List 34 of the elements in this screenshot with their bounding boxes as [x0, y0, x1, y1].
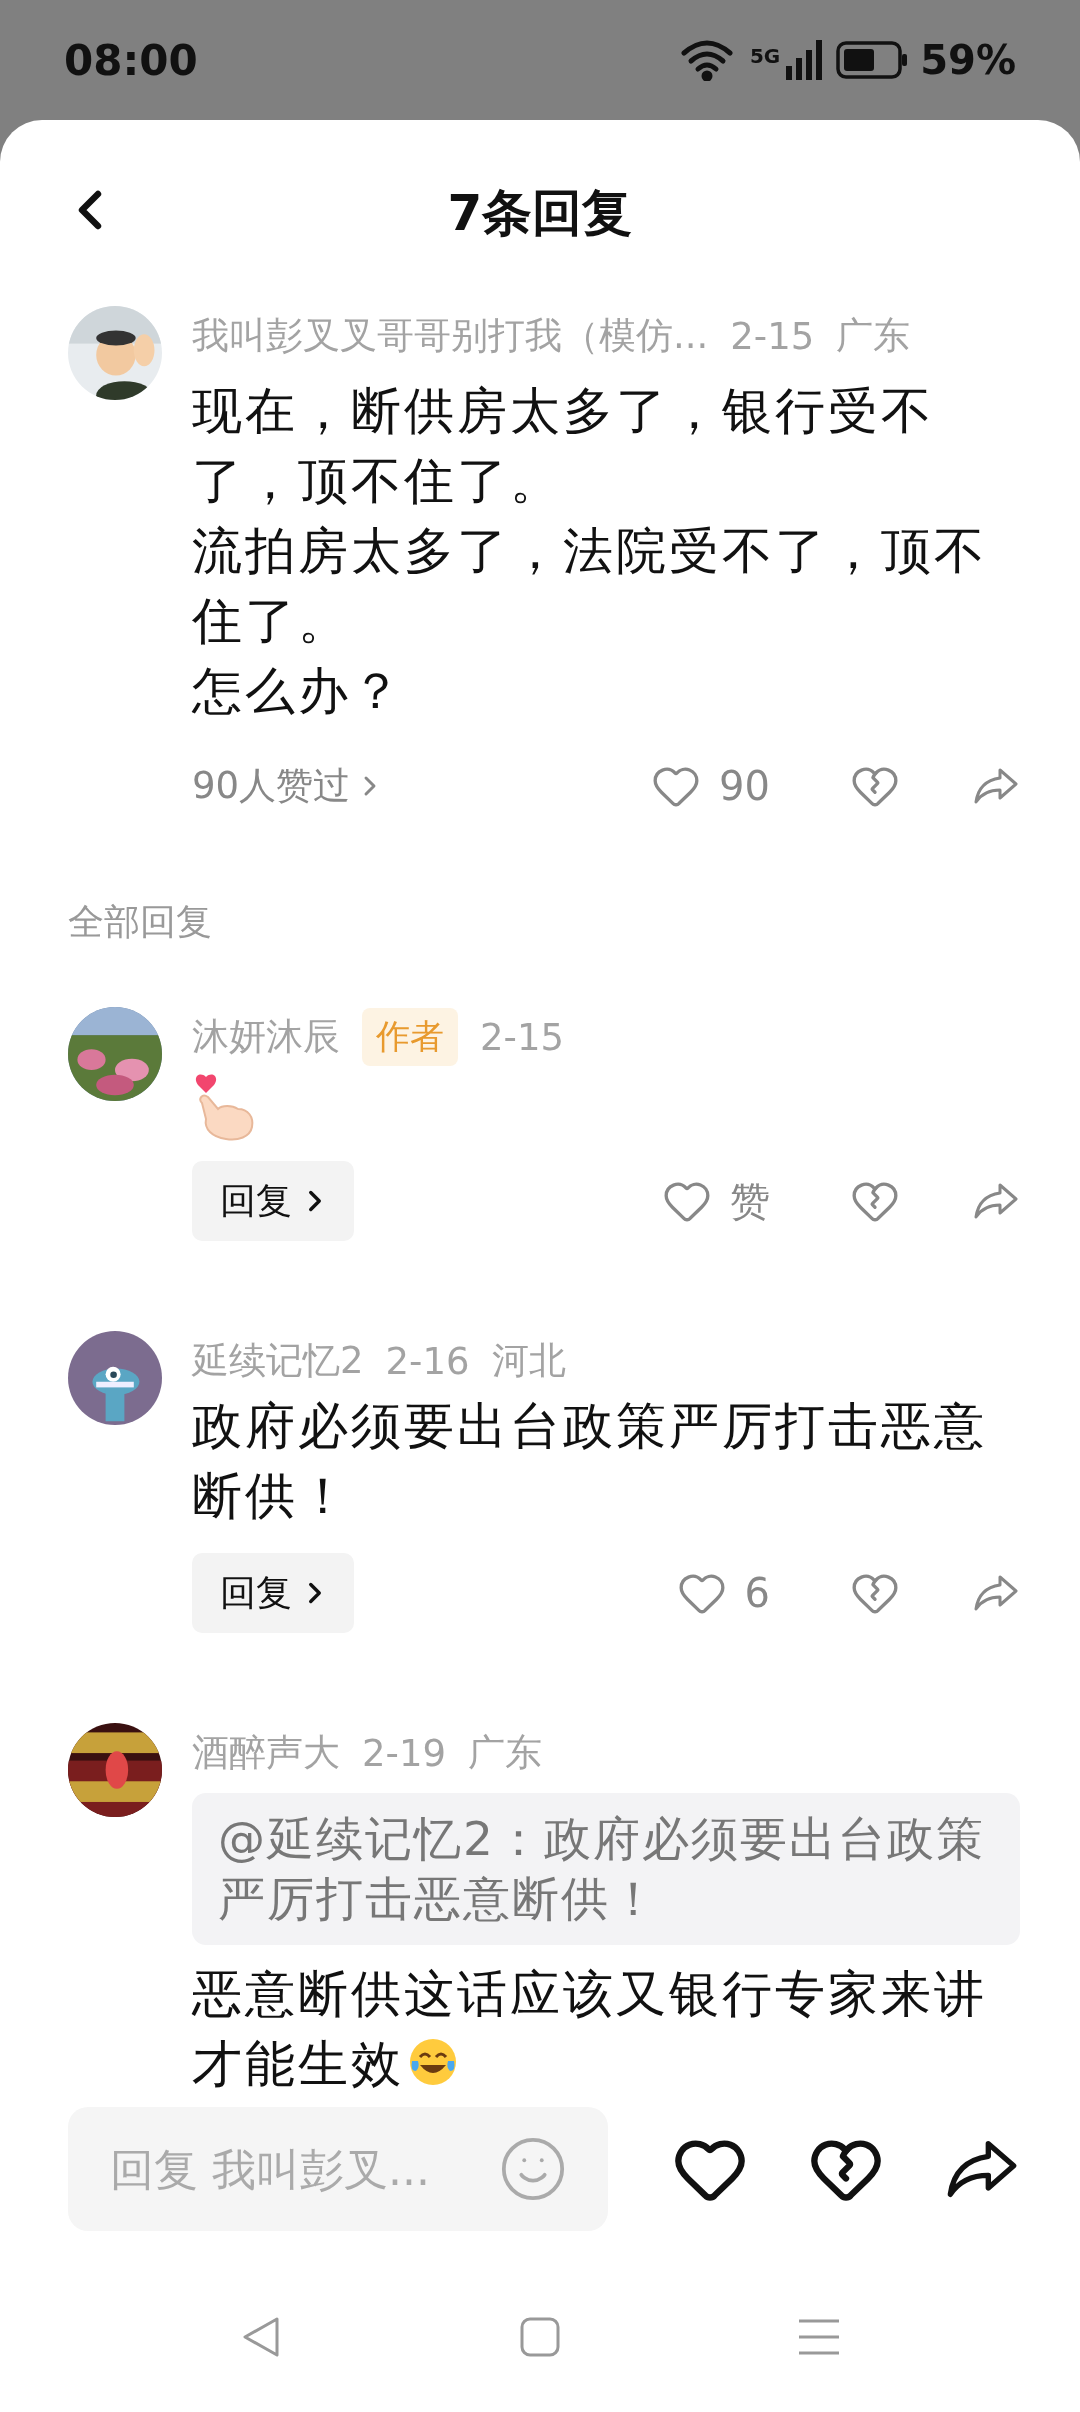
like-button[interactable]: 90 — [651, 761, 770, 811]
comment-text: 恶意断供这话应该又银行专家来讲才能生效 — [192, 1964, 988, 2092]
reply-button[interactable]: 回复 — [192, 1553, 354, 1633]
like-button[interactable]: 赞 — [662, 1173, 770, 1229]
home-nav-button[interactable] — [518, 2315, 562, 2359]
page-title: 7条回复 — [447, 182, 633, 244]
comment-text: 流拍房太多了，法院受不了，顶不住了。 — [192, 521, 988, 652]
quoted-comment: @延续记忆2：政府必须要出台政策严厉打击恶意断供！ — [192, 1793, 1020, 1945]
comment-date: 2-19 — [362, 1731, 446, 1775]
reply-input-field[interactable]: 回复 我叫彭叉... — [108, 2142, 498, 2196]
comment-region: 河北 — [491, 1338, 566, 1384]
reply-field[interactable]: 回复 我叫彭叉... — [68, 2107, 608, 2231]
author-name[interactable]: 延续记忆2 — [192, 1336, 364, 1386]
author-name[interactable]: 酒醉声大 — [192, 1728, 340, 1778]
reply-button[interactable]: 回复 — [192, 1161, 354, 1241]
signal-icon — [784, 40, 825, 80]
comment-region: 广东 — [836, 313, 911, 359]
clock: 08:00 — [64, 35, 199, 85]
comment-date: 2-16 — [385, 1339, 470, 1383]
like-button[interactable]: 6 — [676, 1568, 770, 1618]
battery-icon — [836, 41, 909, 79]
author-name[interactable]: 我叫彭叉叉哥哥别打我（模仿... — [192, 311, 709, 361]
comment-date: 2-15 — [730, 314, 815, 358]
comment-date: 2-15 — [480, 1015, 564, 1059]
comment-text: 怎么办？ — [192, 661, 405, 722]
author-name[interactable]: 沐妍沐辰 — [192, 1012, 340, 1062]
network-type: 5G — [749, 44, 781, 68]
comment-text: 现在，断供房太多了，银行受不了，顶不住了。 — [192, 381, 935, 512]
comment-region: 广东 — [468, 1730, 542, 1776]
likers-link[interactable]: 90人赞过 — [192, 761, 652, 811]
section-label: 全部回复 — [68, 900, 213, 944]
battery-percent: 59% — [920, 37, 1016, 83]
comment-text: 政府必须要出台政策严厉打击恶意断供！ — [192, 1396, 988, 1527]
author-badge: 作者 — [362, 1008, 458, 1066]
